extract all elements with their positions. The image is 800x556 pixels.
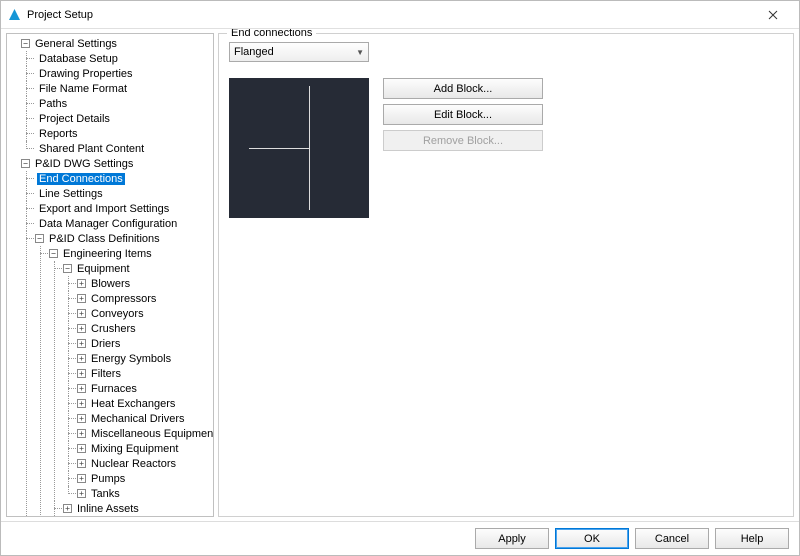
- expand-icon[interactable]: +: [63, 504, 72, 513]
- preview-horizontal-line: [249, 148, 309, 149]
- close-icon[interactable]: [753, 1, 793, 28]
- expand-icon[interactable]: +: [77, 324, 86, 333]
- help-button[interactable]: Help: [715, 528, 789, 549]
- expand-icon[interactable]: +: [77, 339, 86, 348]
- tree-item-file-name-format[interactable]: File Name Format: [35, 81, 213, 96]
- tree-item-end-connections[interactable]: End Connections: [35, 171, 213, 186]
- apply-button[interactable]: Apply: [475, 528, 549, 549]
- remove-block-button: Remove Block...: [383, 130, 543, 151]
- tree-item-general-settings[interactable]: −General Settings: [21, 36, 213, 51]
- tree-item-pid-dwg-settings[interactable]: −P&ID DWG Settings: [21, 156, 213, 171]
- expand-icon[interactable]: +: [77, 294, 86, 303]
- dialog-window: Project Setup −General Settings Database…: [0, 0, 800, 556]
- tree-item-filters[interactable]: +Filters: [77, 366, 213, 381]
- expand-icon[interactable]: +: [77, 369, 86, 378]
- tree-item-data-manager-configuration[interactable]: Data Manager Configuration: [35, 216, 213, 231]
- collapse-icon[interactable]: −: [21, 159, 30, 168]
- tree-item-pumps[interactable]: +Pumps: [77, 471, 213, 486]
- title-bar: Project Setup: [1, 1, 799, 29]
- dialog-title: Project Setup: [27, 9, 753, 21]
- tree-item-project-details[interactable]: Project Details: [35, 111, 213, 126]
- tree-item-reports[interactable]: Reports: [35, 126, 213, 141]
- cancel-button[interactable]: Cancel: [635, 528, 709, 549]
- tree-item-drawing-properties[interactable]: Drawing Properties: [35, 66, 213, 81]
- tree-item-equipment[interactable]: −Equipment: [63, 261, 213, 276]
- tree-item-furnaces[interactable]: +Furnaces: [77, 381, 213, 396]
- tree-item-engineering-items[interactable]: −Engineering Items: [49, 246, 213, 261]
- end-connection-type-dropdown[interactable]: Flanged ▼: [229, 42, 369, 62]
- expand-icon[interactable]: +: [77, 429, 86, 438]
- add-block-button[interactable]: Add Block...: [383, 78, 543, 99]
- tree-item-export-import-settings[interactable]: Export and Import Settings: [35, 201, 213, 216]
- tree-item-crushers[interactable]: +Crushers: [77, 321, 213, 336]
- tree-item-compressors[interactable]: +Compressors: [77, 291, 213, 306]
- content-panel: End connections Flanged ▼: [218, 33, 794, 517]
- expand-icon[interactable]: +: [77, 444, 86, 453]
- expand-icon[interactable]: +: [77, 384, 86, 393]
- tree-item-inline-assets[interactable]: +Inline Assets: [63, 501, 213, 516]
- tree-item-tanks[interactable]: +Tanks: [77, 486, 213, 501]
- preview-vertical-line: [309, 86, 310, 210]
- collapse-icon[interactable]: −: [63, 264, 72, 273]
- expand-icon[interactable]: +: [77, 399, 86, 408]
- expand-icon[interactable]: +: [77, 279, 86, 288]
- tree-item-driers[interactable]: +Driers: [77, 336, 213, 351]
- expand-icon[interactable]: +: [77, 474, 86, 483]
- collapse-icon[interactable]: −: [49, 249, 58, 258]
- tree-item-line-settings[interactable]: Line Settings: [35, 186, 213, 201]
- end-connections-group: End connections Flanged ▼: [218, 33, 794, 517]
- expand-icon[interactable]: +: [77, 414, 86, 423]
- ok-button[interactable]: OK: [555, 528, 629, 549]
- dialog-body: −General Settings Database Setup Drawing…: [1, 29, 799, 521]
- tree-item-miscellaneous-equipment[interactable]: +Miscellaneous Equipment: [77, 426, 213, 441]
- tree-item-instrumentation[interactable]: +Instrumentation: [63, 516, 213, 517]
- app-icon: [7, 8, 21, 22]
- block-preview: [229, 78, 369, 218]
- navigation-tree[interactable]: −General Settings Database Setup Drawing…: [6, 33, 214, 517]
- expand-icon[interactable]: +: [77, 459, 86, 468]
- collapse-icon[interactable]: −: [21, 39, 30, 48]
- collapse-icon[interactable]: −: [35, 234, 44, 243]
- expand-icon[interactable]: +: [77, 309, 86, 318]
- tree-item-shared-plant-content[interactable]: Shared Plant Content: [35, 141, 213, 156]
- expand-icon[interactable]: +: [77, 354, 86, 363]
- tree-item-energy-symbols[interactable]: +Energy Symbols: [77, 351, 213, 366]
- tree-item-heat-exchangers[interactable]: +Heat Exchangers: [77, 396, 213, 411]
- dropdown-value: Flanged: [234, 46, 274, 58]
- tree-item-mechanical-drivers[interactable]: +Mechanical Drivers: [77, 411, 213, 426]
- tree-item-pid-class-definitions[interactable]: −P&ID Class Definitions: [35, 231, 213, 246]
- chevron-down-icon: ▼: [356, 48, 364, 57]
- tree-item-blowers[interactable]: +Blowers: [77, 276, 213, 291]
- groupbox-title: End connections: [227, 29, 316, 39]
- tree-item-nuclear-reactors[interactable]: +Nuclear Reactors: [77, 456, 213, 471]
- expand-icon[interactable]: +: [77, 489, 86, 498]
- tree-item-conveyors[interactable]: +Conveyors: [77, 306, 213, 321]
- tree-item-paths[interactable]: Paths: [35, 96, 213, 111]
- edit-block-button[interactable]: Edit Block...: [383, 104, 543, 125]
- tree-item-mixing-equipment[interactable]: +Mixing Equipment: [77, 441, 213, 456]
- tree-item-database-setup[interactable]: Database Setup: [35, 51, 213, 66]
- dialog-footer: Apply OK Cancel Help: [1, 521, 799, 555]
